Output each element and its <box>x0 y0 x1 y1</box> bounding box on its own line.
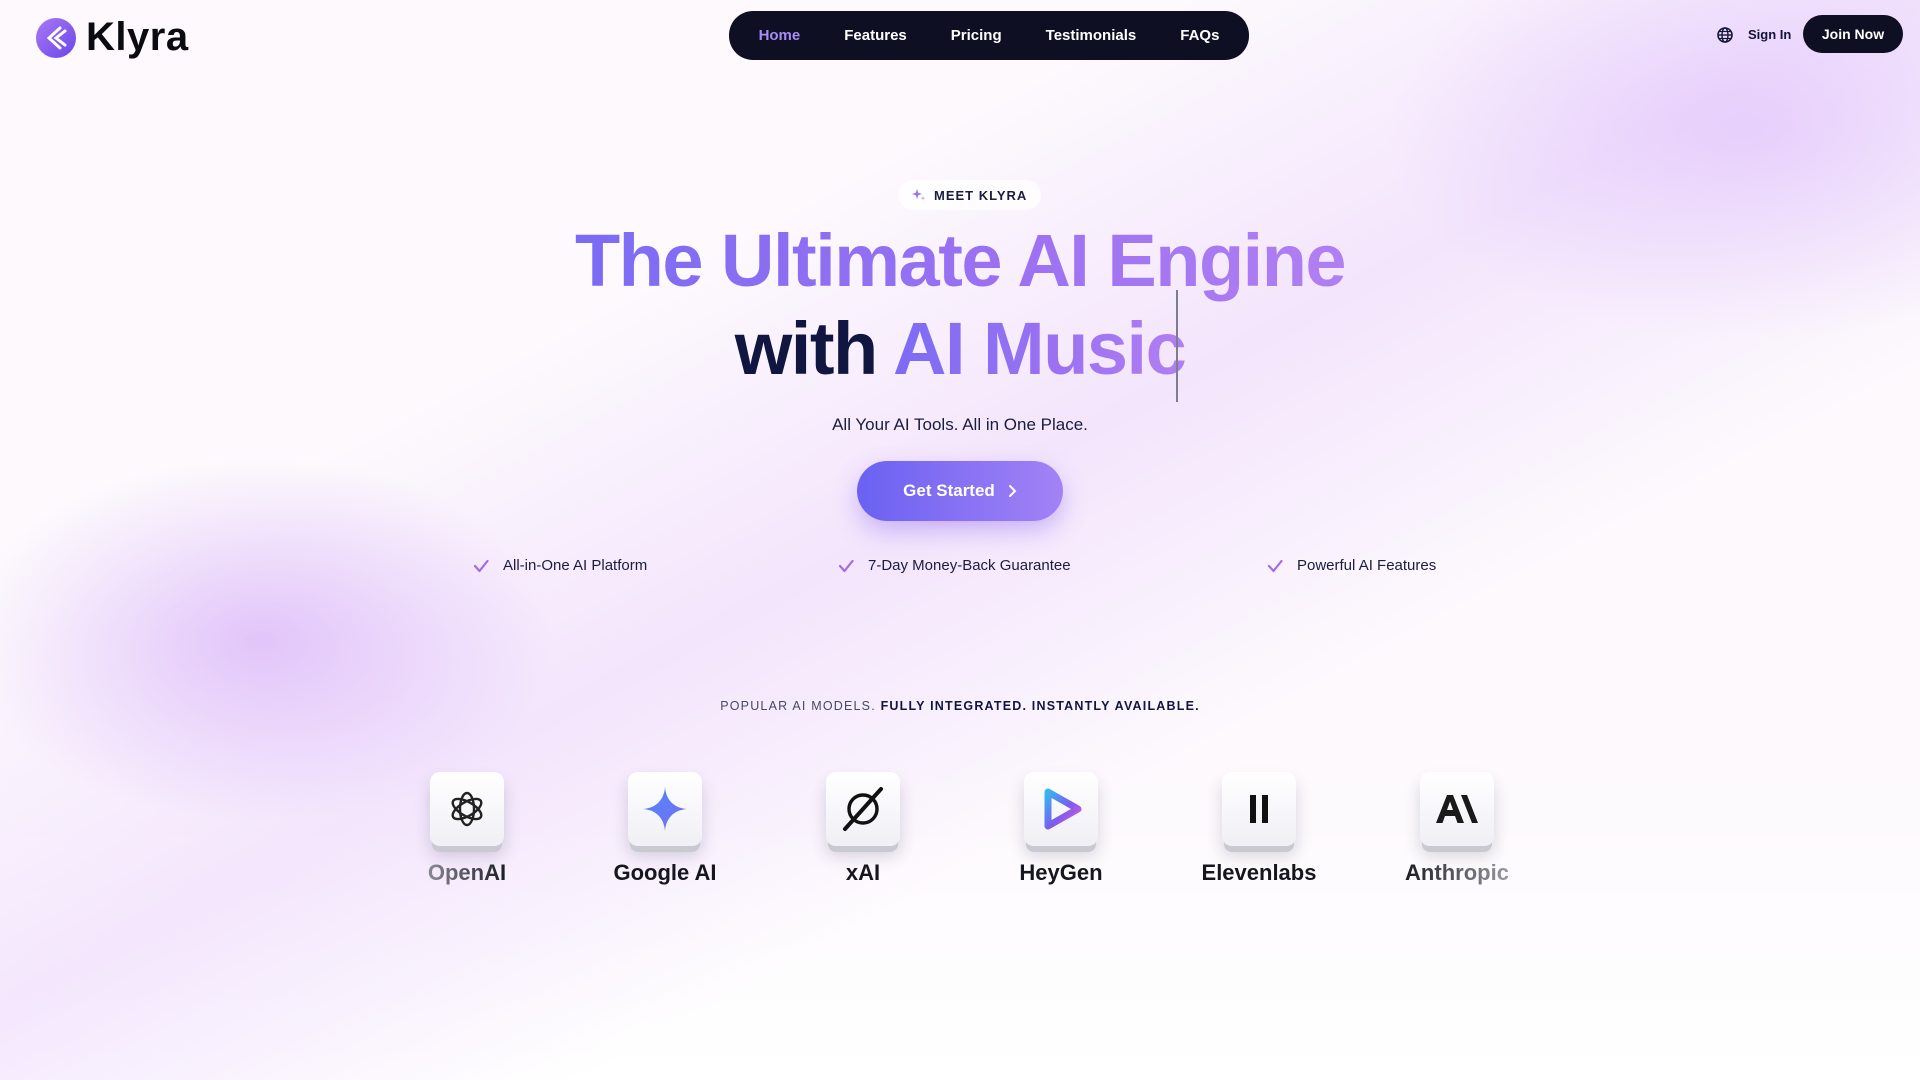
logo-text: Klyra <box>86 15 189 59</box>
feature-label: Powerful AI Features <box>1297 557 1437 574</box>
nav-faqs[interactable]: FAQs <box>1180 27 1219 44</box>
eyebrow-text: MEET KLYRA <box>934 187 1028 203</box>
background-gradient <box>0 0 1920 1080</box>
anthropic-icon <box>1436 795 1478 823</box>
model-card-anthropic[interactable]: Anthropic <box>1377 772 1537 886</box>
get-started-label: Get Started <box>903 481 995 500</box>
chevron-right-icon <box>1008 485 1017 497</box>
nav-pricing[interactable]: Pricing <box>951 27 1002 44</box>
model-name: OpenAI <box>427 860 507 885</box>
typing-cursor <box>1176 290 1178 402</box>
model-name: xAI <box>845 860 881 885</box>
model-card-xai[interactable]: xAI <box>783 772 943 886</box>
model-card-elevenlabs[interactable]: Elevenlabs <box>1179 772 1339 886</box>
model-card-openai[interactable]: OpenAI <box>387 772 547 886</box>
feature-label: 7-Day Money-Back Guarantee <box>868 557 1071 574</box>
check-icon <box>473 559 489 572</box>
join-now-button[interactable]: Join Now <box>1803 15 1903 53</box>
check-icon <box>838 559 854 572</box>
hero-title-dark: with <box>734 307 893 390</box>
model-name: Anthropic <box>1405 860 1509 885</box>
get-started-button[interactable]: Get Started <box>857 461 1063 521</box>
nav-home[interactable]: Home <box>759 27 801 44</box>
meet-badge: MEET KLYRA <box>898 180 1042 210</box>
feature-item: All-in-One AI Platform <box>473 557 647 574</box>
hero-title-line1-text: The Ultimate AI Engine <box>574 219 1347 302</box>
main-nav: Home Features Pricing Testimonials FAQs <box>729 11 1249 60</box>
klyra-logo-icon <box>36 17 76 58</box>
feature-label: All-in-One AI Platform <box>503 557 648 574</box>
sign-in-link[interactable]: Sign In <box>1748 27 1791 42</box>
xai-icon <box>843 787 883 831</box>
models-heading-light: POPULAR AI MODELS. <box>720 699 876 713</box>
models-heading: POPULAR AI MODELS. FULLY INTEGRATED. INS… <box>0 699 1920 713</box>
model-tile <box>1024 772 1098 846</box>
model-card-google-ai[interactable]: Google AI <box>585 772 745 886</box>
model-name: Google AI <box>613 860 717 885</box>
model-name: HeyGen <box>1019 860 1103 885</box>
openai-icon <box>451 791 483 827</box>
google-ai-icon <box>643 787 687 831</box>
model-tile <box>826 772 900 846</box>
heygen-icon <box>1044 788 1082 830</box>
hero-title-line1: The Ultimate AI Engine <box>0 218 1920 303</box>
logo[interactable]: Klyra <box>36 15 189 60</box>
hero-title-gradient: AI Music <box>893 307 1187 390</box>
model-tile <box>1420 772 1494 846</box>
model-card-heygen[interactable]: HeyGen <box>981 772 1141 886</box>
feature-item: Powerful AI Features <box>1267 557 1436 574</box>
models-heading-bold: FULLY INTEGRATED. INSTANTLY AVAILABLE. <box>880 699 1200 713</box>
nav-features[interactable]: Features <box>844 27 907 44</box>
hero-subtitle: All Your AI Tools. All in One Place. <box>832 415 1088 434</box>
model-tile <box>1222 772 1296 846</box>
sparkle-icon <box>912 189 926 201</box>
nav-testimonials[interactable]: Testimonials <box>1046 27 1137 44</box>
model-tile <box>430 772 504 846</box>
elevenlabs-icon <box>1250 795 1268 823</box>
model-name: Elevenlabs <box>1201 860 1317 885</box>
globe-icon[interactable] <box>1716 26 1734 44</box>
hero-title-line2: with AI Music <box>0 306 1920 391</box>
feature-item: 7-Day Money-Back Guarantee <box>838 557 1071 574</box>
check-icon <box>1267 559 1283 572</box>
model-tile <box>628 772 702 846</box>
